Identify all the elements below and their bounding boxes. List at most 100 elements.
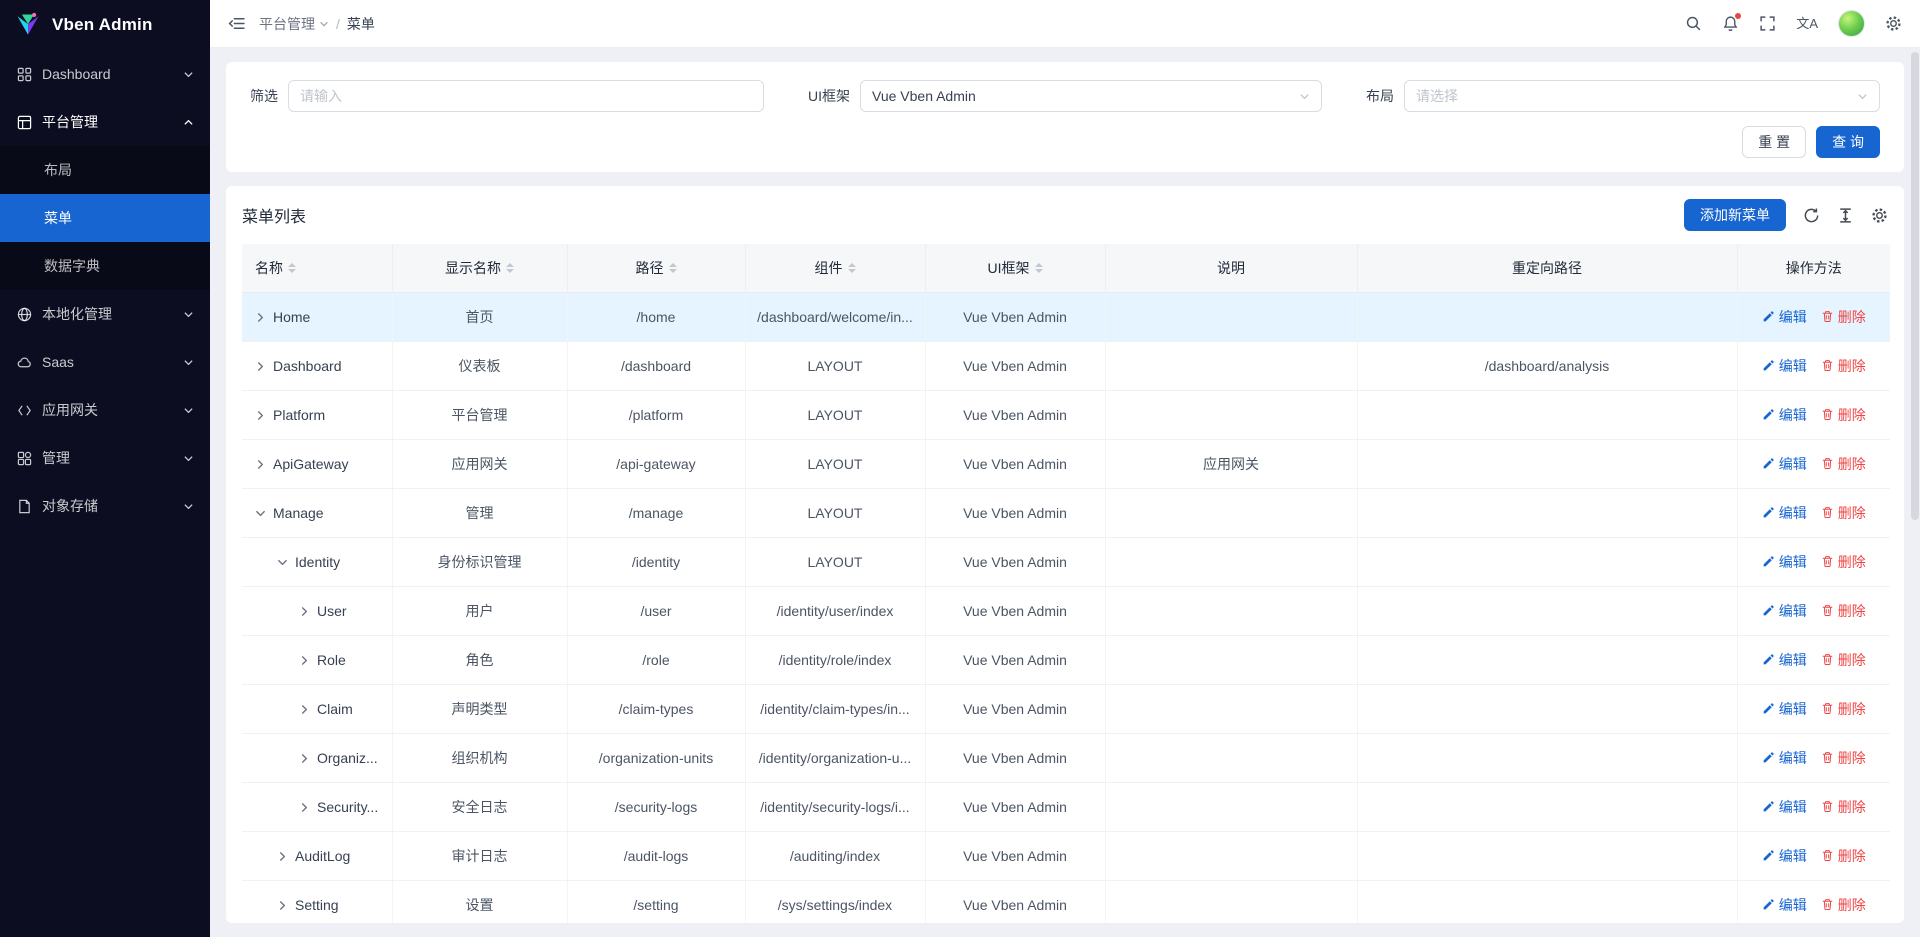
sidebar-item-platform[interactable]: 平台管理	[0, 98, 210, 146]
table-row[interactable]: Platform平台管理/platformLAYOUTVue Vben Admi…	[242, 390, 1890, 439]
sidebar-item-localization[interactable]: 本地化管理	[0, 290, 210, 338]
table-row[interactable]: Role角色/role/identity/role/indexVue Vben …	[242, 635, 1890, 684]
delete-link[interactable]: 删除	[1821, 748, 1866, 768]
table-row[interactable]: Manage管理/manageLAYOUTVue Vben Admin编辑删除	[242, 488, 1890, 537]
column-header-path[interactable]: 路径	[567, 244, 745, 292]
reset-button[interactable]: 重 置	[1742, 126, 1806, 158]
delete-link[interactable]: 删除	[1821, 601, 1866, 621]
edit-link[interactable]: 编辑	[1762, 846, 1807, 866]
sort-icon[interactable]	[669, 263, 677, 273]
sort-icon[interactable]	[848, 263, 856, 273]
table-row[interactable]: AuditLog审计日志/audit-logs/auditing/indexVu…	[242, 831, 1890, 880]
edit-link[interactable]: 编辑	[1762, 895, 1807, 915]
edit-link[interactable]: 编辑	[1762, 650, 1807, 670]
cell-path: /security-logs	[567, 782, 745, 831]
chevron-right-icon[interactable]	[277, 851, 288, 862]
row-height-icon[interactable]	[1837, 207, 1854, 224]
chevron-right-icon[interactable]	[299, 753, 310, 764]
edit-link[interactable]: 编辑	[1762, 356, 1807, 376]
sidebar-item-saas[interactable]: Saas	[0, 338, 210, 386]
chevron-right-icon[interactable]	[255, 361, 266, 372]
delete-link[interactable]: 删除	[1821, 552, 1866, 572]
delete-link[interactable]: 删除	[1821, 699, 1866, 719]
cell-redirect: /dashboard/analysis	[1357, 341, 1737, 390]
edit-link[interactable]: 编辑	[1762, 699, 1807, 719]
chevron-right-icon[interactable]	[255, 459, 266, 470]
filter-panel: 筛选 UI框架 Vue Vben Admin 布局 请选择	[226, 62, 1904, 172]
column-header-component[interactable]: 组件	[745, 244, 925, 292]
sidebar-item-data-dictionary[interactable]: 数据字典	[0, 242, 210, 290]
table-row[interactable]: Claim声明类型/claim-types/identity/claim-typ…	[242, 684, 1890, 733]
search-icon[interactable]	[1685, 15, 1702, 32]
avatar[interactable]	[1838, 10, 1865, 37]
delete-link[interactable]: 删除	[1821, 454, 1866, 474]
row-name-text: Claim	[317, 701, 353, 717]
cell-component: /identity/security-logs/i...	[745, 782, 925, 831]
scrollbar-thumb[interactable]	[1911, 52, 1919, 520]
sidebar-item-layout[interactable]: 布局	[0, 146, 210, 194]
table-row[interactable]: Setting设置/setting/sys/settings/indexVue …	[242, 880, 1890, 923]
edit-link[interactable]: 编辑	[1762, 454, 1807, 474]
add-menu-button[interactable]: 添加新菜单	[1684, 199, 1786, 231]
chevron-right-icon[interactable]	[299, 655, 310, 666]
edit-link[interactable]: 编辑	[1762, 748, 1807, 768]
table-row[interactable]: Home首页/home/dashboard/welcome/in...Vue V…	[242, 292, 1890, 341]
sidebar-item-object-storage[interactable]: 对象存储	[0, 482, 210, 530]
cell-path: /api-gateway	[567, 439, 745, 488]
delete-link[interactable]: 删除	[1821, 356, 1866, 376]
table-row[interactable]: Security...安全日志/security-logs/identity/s…	[242, 782, 1890, 831]
sort-icon[interactable]	[506, 263, 514, 273]
ui-framework-select[interactable]: Vue Vben Admin	[860, 80, 1322, 112]
table-row[interactable]: Dashboard仪表板/dashboardLAYOUTVue Vben Adm…	[242, 341, 1890, 390]
breadcrumb-parent[interactable]: 平台管理	[259, 14, 329, 34]
sort-icon[interactable]	[1035, 263, 1043, 273]
delete-link[interactable]: 删除	[1821, 405, 1866, 425]
layout-select[interactable]: 请选择	[1404, 80, 1880, 112]
bell-icon[interactable]	[1722, 15, 1739, 32]
delete-link[interactable]: 删除	[1821, 503, 1866, 523]
refresh-icon[interactable]	[1803, 207, 1820, 224]
column-header-ui-framework[interactable]: UI框架	[925, 244, 1105, 292]
edit-link[interactable]: 编辑	[1762, 601, 1807, 621]
query-button[interactable]: 查 询	[1816, 126, 1880, 158]
edit-link[interactable]: 编辑	[1762, 307, 1807, 327]
chevron-right-icon[interactable]	[277, 900, 288, 911]
table-row[interactable]: Identity身份标识管理/identityLAYOUTVue Vben Ad…	[242, 537, 1890, 586]
delete-link[interactable]: 删除	[1821, 797, 1866, 817]
sidebar-item-manage[interactable]: 管理	[0, 434, 210, 482]
menu-fold-icon[interactable]	[228, 15, 245, 32]
settings-icon[interactable]	[1885, 15, 1902, 32]
cell-path: /setting	[567, 880, 745, 923]
chevron-right-icon[interactable]	[299, 802, 310, 813]
cell-redirect	[1357, 733, 1737, 782]
fullscreen-icon[interactable]	[1759, 15, 1776, 32]
translate-icon[interactable]: 文A	[1796, 17, 1818, 30]
cell-operations: 编辑删除	[1737, 733, 1890, 782]
sidebar-item-dashboard[interactable]: Dashboard	[0, 50, 210, 98]
table-row[interactable]: Organiz...组织机构/organization-units/identi…	[242, 733, 1890, 782]
edit-link[interactable]: 编辑	[1762, 552, 1807, 572]
chevron-down-icon[interactable]	[255, 508, 266, 519]
logo[interactable]: Vben Admin	[0, 0, 210, 50]
table-row[interactable]: User用户/user/identity/user/indexVue Vben …	[242, 586, 1890, 635]
filter-input[interactable]	[288, 80, 764, 112]
chevron-right-icon[interactable]	[299, 606, 310, 617]
chevron-right-icon[interactable]	[255, 410, 266, 421]
delete-link[interactable]: 删除	[1821, 895, 1866, 915]
table-row[interactable]: ApiGateway应用网关/api-gatewayLAYOUTVue Vben…	[242, 439, 1890, 488]
sidebar-item-api-gateway[interactable]: 应用网关	[0, 386, 210, 434]
chevron-right-icon[interactable]	[299, 704, 310, 715]
chevron-down-icon[interactable]	[277, 557, 288, 568]
sort-icon[interactable]	[288, 263, 296, 273]
sidebar-item-menu[interactable]: 菜单	[0, 194, 210, 242]
column-header-name[interactable]: 名称	[242, 244, 392, 292]
edit-link[interactable]: 编辑	[1762, 503, 1807, 523]
delete-link[interactable]: 删除	[1821, 307, 1866, 327]
column-header-display-name[interactable]: 显示名称	[392, 244, 567, 292]
delete-link[interactable]: 删除	[1821, 650, 1866, 670]
column-settings-icon[interactable]	[1871, 207, 1888, 224]
edit-link[interactable]: 编辑	[1762, 797, 1807, 817]
chevron-right-icon[interactable]	[255, 312, 266, 323]
edit-link[interactable]: 编辑	[1762, 405, 1807, 425]
delete-link[interactable]: 删除	[1821, 846, 1866, 866]
